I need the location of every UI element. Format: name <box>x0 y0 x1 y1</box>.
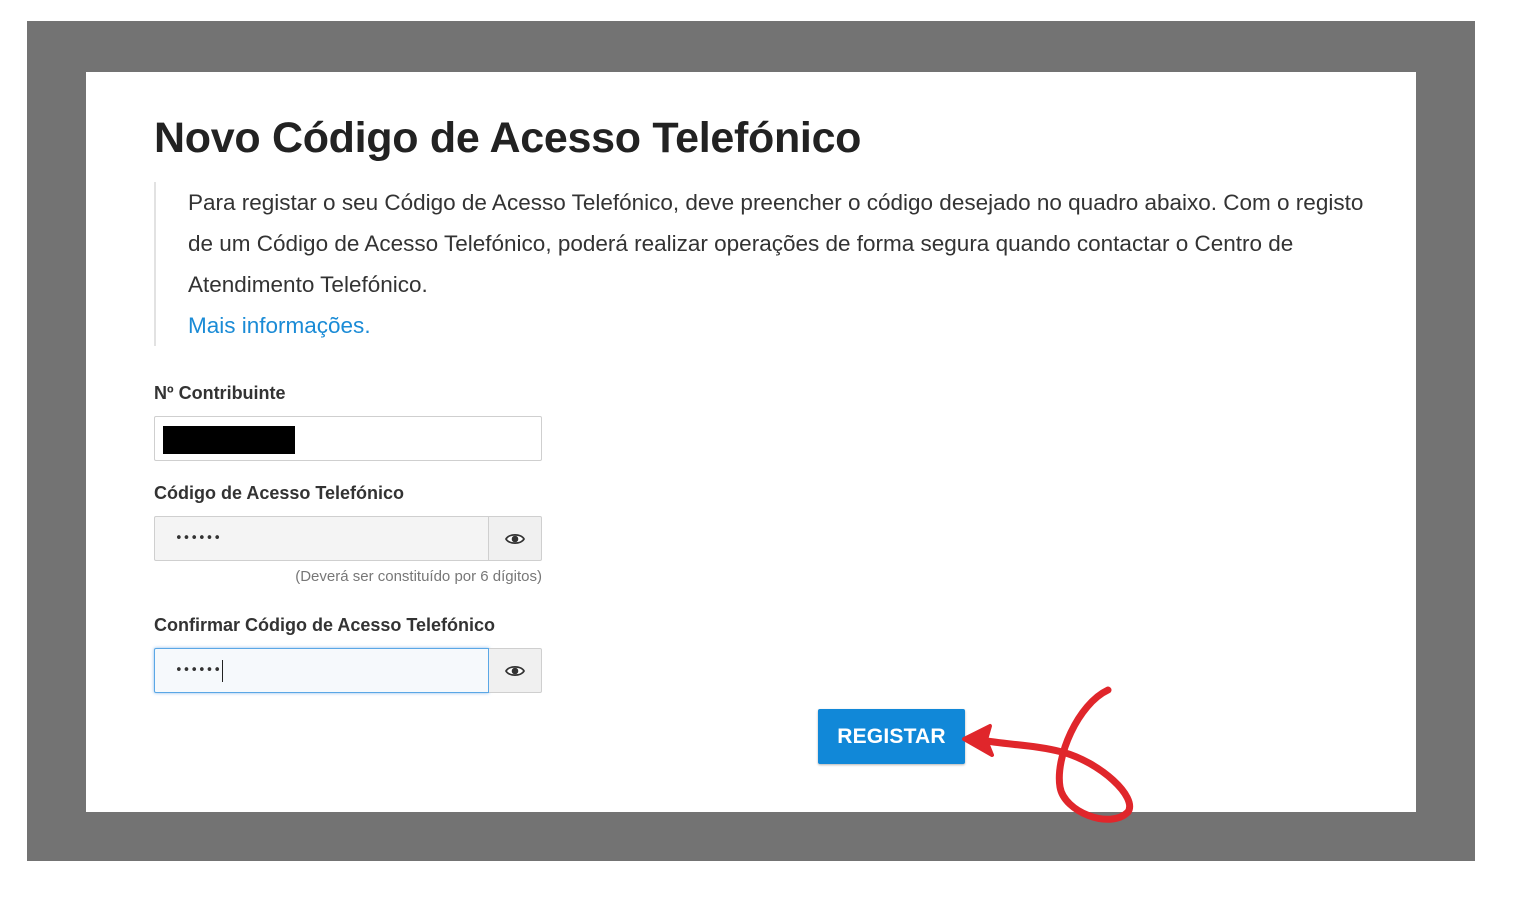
intro-blockquote: Para registar o seu Código de Acesso Tel… <box>154 182 1394 346</box>
nif-input[interactable] <box>154 416 542 461</box>
eye-icon <box>505 533 525 544</box>
redacted-value <box>163 426 295 454</box>
content-card: Novo Código de Acesso Telefónico Para re… <box>86 72 1416 812</box>
page-title: Novo Código de Acesso Telefónico <box>154 114 862 162</box>
confirm-code-input[interactable]: •••••• <box>154 648 489 693</box>
code-label: Código de Acesso Telefónico <box>154 483 405 503</box>
intro-text: Para registar o seu Código de Acesso Tel… <box>188 190 1364 297</box>
nif-label: Nº Contribuinte <box>154 383 286 403</box>
confirm-code-label: Confirmar Código de Acesso Telefónico <box>154 615 496 635</box>
show-code-button[interactable] <box>489 516 542 561</box>
show-confirm-code-button[interactable] <box>489 648 542 693</box>
code-field-group: •••••• <box>154 516 542 561</box>
text-caret <box>222 659 224 682</box>
more-info-link-label: Mais informações <box>188 313 365 338</box>
code-hint: (Deverá ser constituído por 6 dígitos) <box>295 568 542 585</box>
more-info-link[interactable]: Mais informações <box>188 305 364 346</box>
code-input[interactable]: •••••• <box>154 516 489 561</box>
confirm-code-field-group: •••••• <box>154 648 542 693</box>
eye-icon <box>505 665 525 676</box>
register-button[interactable]: REGISTAR <box>818 709 965 764</box>
confirm-code-value: •••••• <box>175 663 222 678</box>
more-info-suffix: . <box>364 313 371 338</box>
annotation-arrow-icon <box>962 686 1134 823</box>
